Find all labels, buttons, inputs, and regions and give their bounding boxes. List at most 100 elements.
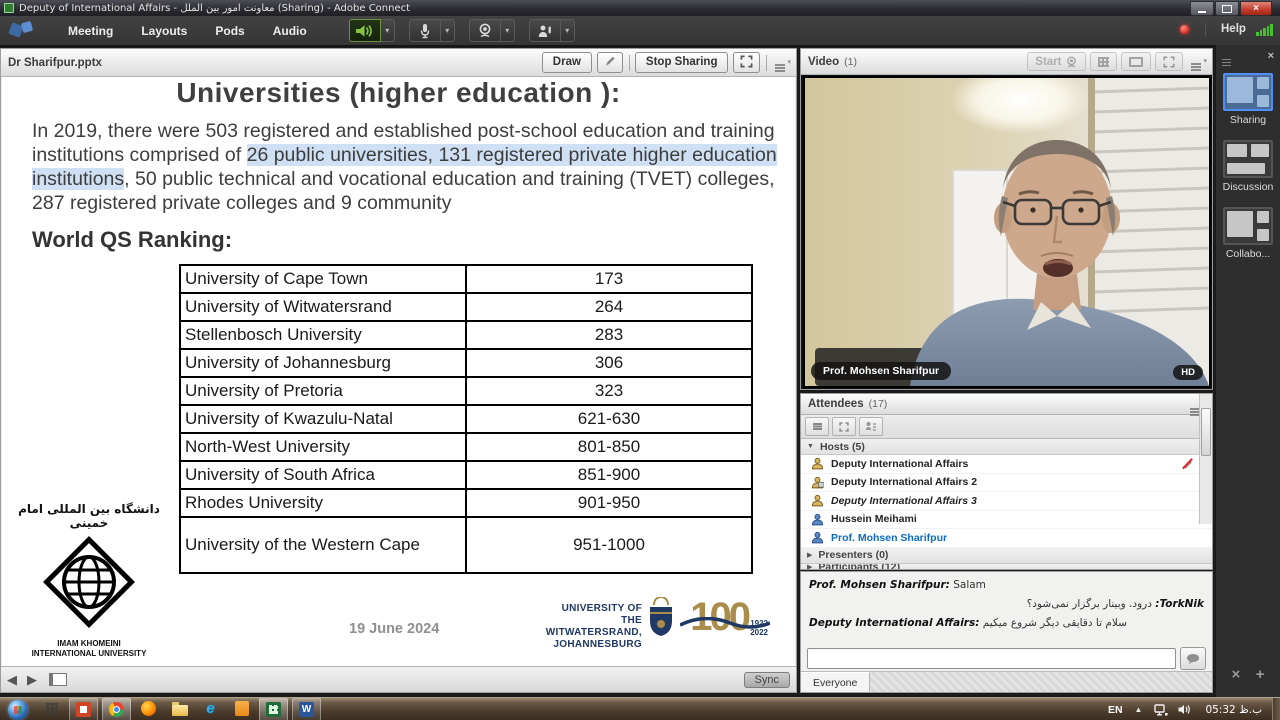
internet-explorer-icon[interactable]: e (197, 698, 224, 719)
draw-button[interactable]: Draw (542, 52, 592, 73)
status-dropdown[interactable]: ▾ (561, 19, 575, 42)
presentation-app-icon[interactable] (69, 698, 98, 720)
chat-input-row (801, 645, 1212, 672)
delete-layout-icon[interactable]: × (1231, 666, 1240, 683)
webcam-dropdown[interactable]: ▾ (501, 19, 515, 42)
attendees-scrollbar[interactable] (1199, 394, 1212, 524)
layouts-sidebar: × Sharing Discussion Collabo... × + (1216, 45, 1280, 697)
attendee-row[interactable]: Prof. Mohsen Sharifpur (801, 529, 1212, 548)
previous-slide-button[interactable]: ◀ (7, 672, 17, 688)
filmstrip-icon (1129, 57, 1143, 67)
menu-layouts[interactable]: Layouts (127, 19, 201, 43)
taskbar-clock[interactable]: 05:32 ب.ظ (1205, 704, 1262, 716)
hidden-icons-button[interactable]: ▲ (1135, 705, 1143, 714)
system-tray: EN ▲ 05:32 ب.ظ (1108, 704, 1272, 716)
next-slide-button[interactable]: ▶ (27, 672, 37, 688)
attendee-row[interactable]: Deputy International Affairs (801, 455, 1212, 474)
language-indicator[interactable]: EN (1108, 704, 1123, 716)
microphone-dropdown[interactable]: ▾ (441, 19, 455, 42)
attendees-toolbar (801, 415, 1212, 439)
attendee-row[interactable]: Hussein Meihami (801, 511, 1212, 530)
attendee-row[interactable]: Deputy International Affairs 2 (801, 474, 1212, 493)
slide-text: , 50 public technical and vocational edu… (32, 168, 775, 214)
pointer-tool-button[interactable] (597, 52, 623, 73)
group-label: Hosts (5) (820, 441, 865, 453)
share-pod-menu-button[interactable]: ▾ (775, 57, 791, 69)
video-pod-header: Video (1) Start ▾ (801, 49, 1212, 75)
start-button[interactable] (8, 700, 28, 720)
sidebar-close-icon[interactable]: × (1268, 50, 1274, 62)
layout-item-discussion[interactable]: Discussion (1216, 140, 1280, 193)
fullscreen-button[interactable] (733, 52, 760, 73)
menu-meeting[interactable]: Meeting (54, 19, 127, 43)
speaker-button[interactable] (349, 19, 381, 42)
sidebar-toggle-icon[interactable] (49, 673, 67, 686)
layout-item-sharing[interactable]: Sharing (1216, 73, 1280, 126)
add-layout-icon[interactable]: + (1256, 666, 1265, 683)
sort-attendees-button[interactable] (859, 417, 883, 436)
adobe-connect-app-icon[interactable] (259, 698, 288, 720)
rank-cell: 621-630 (467, 409, 751, 429)
menu-pods[interactable]: Pods (201, 19, 258, 43)
send-message-button[interactable] (1180, 647, 1206, 670)
close-button[interactable]: × (1240, 1, 1272, 16)
speaker-icon (355, 24, 375, 38)
breakout-view-button[interactable] (832, 417, 856, 436)
microphone-button[interactable] (409, 19, 441, 42)
menu-audio[interactable]: Audio (259, 19, 321, 43)
layout-thumbnail-sharing[interactable] (1223, 73, 1273, 111)
chat-input[interactable] (807, 648, 1176, 669)
university-name-cell: Stellenbosch University (181, 322, 467, 348)
word-icon[interactable]: W (292, 698, 321, 720)
attendee-name: Deputy International Affairs 3 (831, 495, 977, 507)
attendee-group-header[interactable]: ▶Participants (12) (801, 564, 1212, 570)
speaker-dropdown[interactable]: ▾ (381, 19, 395, 42)
scrollbar-thumb[interactable] (1201, 408, 1211, 456)
window-titlebar[interactable]: Deputy of International Affairs - معاونت… (0, 0, 1280, 16)
explorer-folder-icon[interactable] (166, 698, 193, 719)
grid-view-button[interactable] (1090, 52, 1117, 71)
video-pod-menu-button[interactable]: ▾ (1191, 56, 1207, 68)
ranking-table-row: University of Cape Town173 (181, 266, 751, 294)
webcam-button[interactable] (469, 19, 501, 42)
filmstrip-view-button[interactable] (1121, 52, 1151, 71)
stop-sharing-button[interactable]: Stop Sharing (635, 52, 729, 73)
hd-badge: HD (1173, 365, 1203, 380)
start-webcam-button[interactable]: Start (1027, 52, 1086, 71)
video-pod: Video (1) Start ▾ (800, 48, 1213, 390)
pinned-app-icon[interactable] (38, 698, 65, 719)
firefox-icon[interactable] (135, 698, 162, 719)
layout-thumbnail-collab[interactable] (1223, 207, 1273, 245)
layout-item-collab[interactable]: Collabo... (1216, 207, 1280, 260)
help-menu[interactable]: Help (1221, 23, 1246, 35)
share-pod: Dr Sharifpur.pptx Draw Stop Sharing ▾ Un… (0, 48, 797, 693)
show-desktop-button[interactable] (1272, 698, 1280, 720)
minimize-button[interactable] (1190, 1, 1214, 16)
attendee-group-header[interactable]: ▼Hosts (5) (801, 439, 1212, 455)
connection-signal-icon[interactable] (1256, 23, 1274, 36)
volume-icon[interactable] (1178, 704, 1191, 715)
attendee-group-header[interactable]: ▶Presenters (0) (801, 548, 1212, 564)
network-icon[interactable] (1154, 704, 1168, 716)
wits-shield-icon (648, 597, 674, 637)
orange-doc-icon[interactable] (228, 698, 255, 719)
university-name-cell: North-West University (181, 434, 467, 460)
tab-everyone[interactable]: Everyone (801, 672, 870, 692)
list-view-button[interactable] (805, 417, 829, 436)
video-fullscreen-button[interactable] (1155, 52, 1183, 71)
chat-message: Prof. Mohsen Sharifpur: Salam (809, 579, 1204, 591)
sync-button[interactable]: Sync (744, 672, 790, 688)
webcam-icon (1065, 56, 1078, 68)
ranking-table-row: University of the Western Cape951-1000 (181, 518, 751, 572)
chrome-icon[interactable] (102, 698, 131, 720)
chat-message: TorkNik: درود. وبینار برگزار نمی‌شود؟ (809, 598, 1204, 610)
minimize-icon (1198, 11, 1206, 13)
divider (629, 55, 630, 71)
layout-list: Sharing Discussion Collabo... (1216, 73, 1280, 260)
ikiu-caption: IMAM KHOMEINI INTERNATIONAL UNIVERSITY (14, 639, 164, 659)
raise-hand-button[interactable] (529, 19, 561, 42)
maximize-button[interactable] (1215, 1, 1239, 16)
layout-thumbnail-discussion[interactable] (1223, 140, 1273, 178)
attendee-row[interactable]: Deputy International Affairs 3 (801, 492, 1212, 511)
sidebar-menu-button[interactable] (1222, 47, 1231, 65)
